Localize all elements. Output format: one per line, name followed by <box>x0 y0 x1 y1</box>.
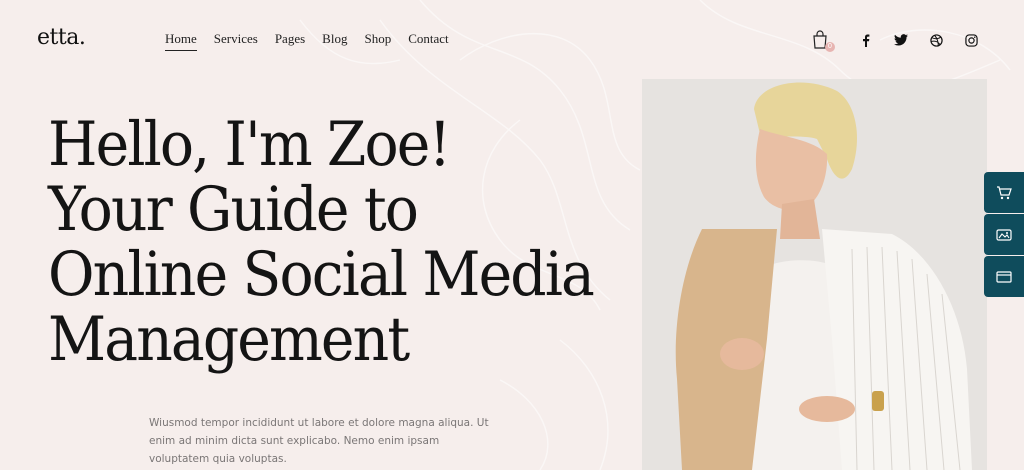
cart-icon <box>997 185 1012 199</box>
hero-headline-line: Hello, I'm Zoe! <box>48 109 451 180</box>
cart-count-badge: 0 <box>825 42 835 52</box>
cart-button[interactable]: 0 <box>812 30 835 52</box>
facebook-icon[interactable] <box>858 32 874 48</box>
social-links <box>858 32 979 48</box>
side-cart-button[interactable] <box>984 172 1024 213</box>
dribbble-icon[interactable] <box>928 32 944 48</box>
hero-intro-text: Wiusmod tempor incididunt ut labore et d… <box>149 417 489 465</box>
nav-item-home[interactable]: Home <box>165 31 197 51</box>
nav-item-contact[interactable]: Contact <box>408 31 448 51</box>
site-logo[interactable]: etta. <box>37 25 86 50</box>
hero-headline-line: Management <box>48 304 410 375</box>
nav-item-pages[interactable]: Pages <box>275 31 305 51</box>
nav-item-blog[interactable]: Blog <box>322 31 347 51</box>
instagram-icon[interactable] <box>963 32 979 48</box>
side-window-button[interactable] <box>984 256 1024 297</box>
nav-item-services[interactable]: Services <box>214 31 258 51</box>
hero-portrait-image <box>642 79 987 470</box>
header-icons: 0 <box>812 30 979 52</box>
nav-item-shop[interactable]: Shop <box>364 31 391 51</box>
main-nav: Home Services Pages Blog Shop Contact <box>165 31 449 51</box>
hero-headline-line: Online Social Media <box>48 239 595 310</box>
window-icon <box>996 270 1012 283</box>
side-widget <box>984 172 1024 297</box>
gallery-icon <box>996 228 1012 241</box>
hero-headline-line: Your Guide to <box>48 174 419 245</box>
twitter-icon[interactable] <box>893 32 909 48</box>
hero-headline: Hello, I'm Zoe! Your Guide to Online Soc… <box>48 112 597 372</box>
side-gallery-button[interactable] <box>984 214 1024 255</box>
